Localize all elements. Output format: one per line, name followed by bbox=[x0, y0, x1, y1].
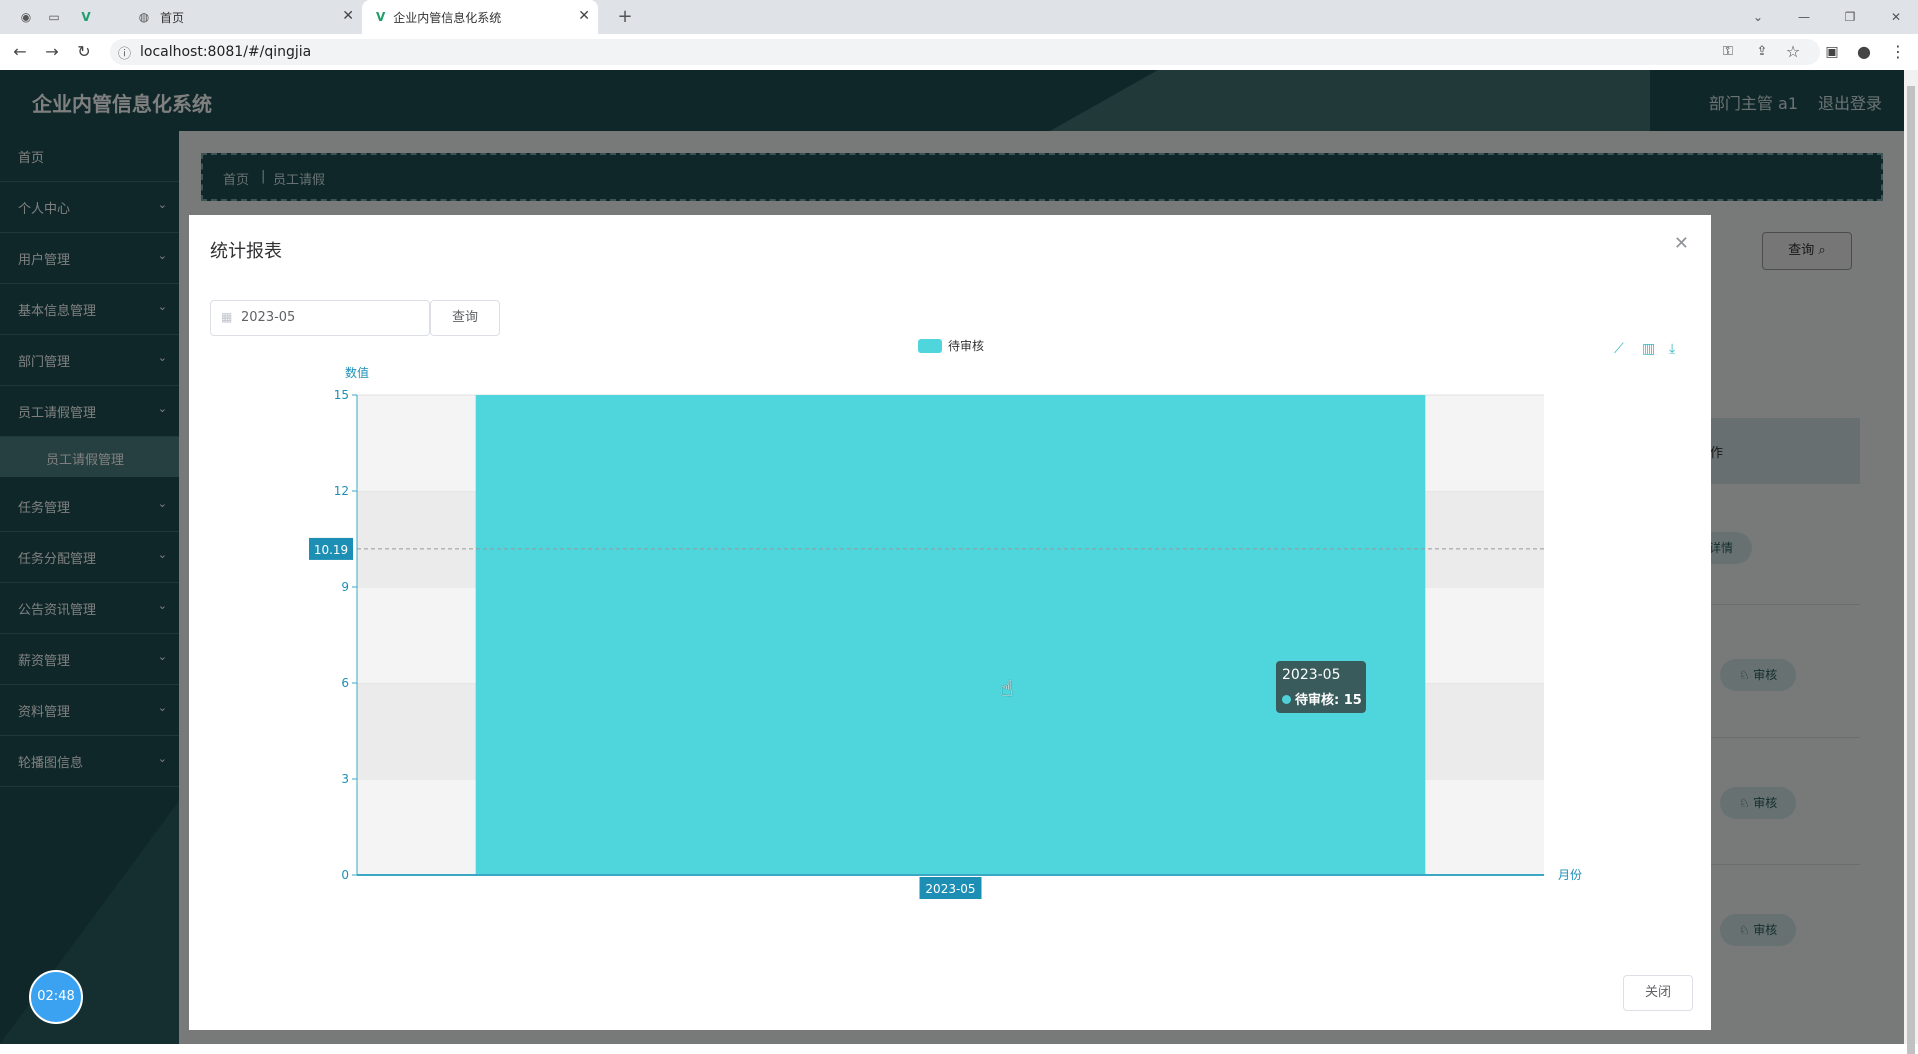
restore-icon[interactable]: ❐ bbox=[1842, 9, 1858, 25]
page-scrollbar[interactable] bbox=[1904, 70, 1918, 1054]
minimize-icon[interactable]: — bbox=[1796, 9, 1812, 25]
globe-icon: ◍ bbox=[138, 10, 150, 24]
y-tick-label: 15 bbox=[334, 388, 349, 402]
profile-icon[interactable]: ● bbox=[1854, 42, 1874, 62]
tab-title: 首页 bbox=[160, 10, 185, 25]
bar bbox=[475, 395, 1426, 875]
url-text: localhost:8081/#/qingjia bbox=[140, 44, 312, 60]
back-icon[interactable]: ← bbox=[10, 42, 30, 62]
close-icon[interactable]: ✕ bbox=[342, 8, 354, 24]
vue-tab-icon[interactable]: V bbox=[78, 9, 94, 25]
close-window-icon[interactable]: ✕ bbox=[1888, 9, 1904, 25]
reload-icon[interactable]: ↻ bbox=[74, 42, 94, 62]
y-tick-label: 9 bbox=[341, 580, 349, 594]
menu-dots-icon[interactable]: ⋮ bbox=[1888, 42, 1908, 62]
url-input[interactable]: ⓘ localhost:8081/#/qingjia bbox=[110, 39, 1820, 65]
forward-icon[interactable]: → bbox=[42, 42, 62, 62]
close-icon[interactable]: ✕ bbox=[578, 8, 590, 24]
info-icon[interactable]: ⓘ bbox=[118, 43, 131, 62]
x-axis-title: 月份 bbox=[1558, 868, 1582, 882]
legend-swatch bbox=[918, 339, 942, 353]
sidebar-icon[interactable]: ▣ bbox=[1822, 42, 1842, 62]
key-icon[interactable]: ⚿ bbox=[1718, 42, 1738, 62]
tab-system[interactable]: V 企业内管信息化系统 ✕ bbox=[362, 0, 598, 34]
y-axis-title: 数值 bbox=[345, 365, 369, 380]
y-tick-label: 6 bbox=[341, 676, 349, 690]
timer-badge: 02:48 bbox=[29, 970, 83, 1024]
x-tick-label: 2023-05 bbox=[925, 882, 975, 896]
address-bar: ← → ↻ ⓘ localhost:8081/#/qingjia ⚿ ⇪ ☆ ▣… bbox=[0, 34, 1918, 71]
scrollbar-thumb[interactable] bbox=[1907, 86, 1915, 1054]
tab-home[interactable]: ◍ 首页 ✕ bbox=[102, 0, 362, 34]
tab-title: 企业内管信息化系统 bbox=[393, 10, 502, 25]
pinned-tab-icon[interactable]: ◉ bbox=[18, 9, 34, 25]
tab-search-icon[interactable]: ⌄ bbox=[1750, 9, 1766, 25]
share-icon[interactable]: ⇪ bbox=[1752, 42, 1772, 62]
blank-tab-icon[interactable]: ▭ bbox=[46, 9, 62, 25]
new-tab-icon[interactable]: + bbox=[617, 8, 633, 26]
axis-pointer-y-label: 10.19 bbox=[314, 543, 348, 557]
bookmark-star-icon[interactable]: ☆ bbox=[1783, 42, 1803, 62]
close-button[interactable]: 关闭 bbox=[1623, 975, 1693, 1011]
y-tick-label: 0 bbox=[341, 868, 349, 882]
y-tick-label: 12 bbox=[334, 484, 349, 498]
browser-tab-strip: ◉ ▭ V ◍ 首页 ✕ V 企业内管信息化系统 ✕ + ⌄ — ❐ ✕ bbox=[0, 0, 1918, 34]
tooltip-title: 2023-05 bbox=[1282, 667, 1341, 683]
y-tick-label: 3 bbox=[341, 772, 349, 786]
hand-cursor-icon: ☝ bbox=[1000, 677, 1014, 702]
tooltip-value: 待审核: 15 bbox=[1282, 689, 1362, 708]
series-dot-icon bbox=[1282, 695, 1291, 704]
stats-dialog: 统计报表 ✕ ▦ 2023-05 查询 ⟋ ▥ ⤓ 0 3 6 9 12 15 数值 月份 10… bbox=[189, 215, 1711, 1030]
chart-tooltip: 2023-05 待审核: 15 bbox=[1276, 661, 1366, 713]
bar-chart: 0 3 6 9 12 15 数值月份 10.19 2023-05 待审核 bbox=[309, 338, 1582, 899]
legend-label: 待审核 bbox=[948, 338, 984, 353]
vue-logo-icon: V bbox=[376, 10, 386, 24]
